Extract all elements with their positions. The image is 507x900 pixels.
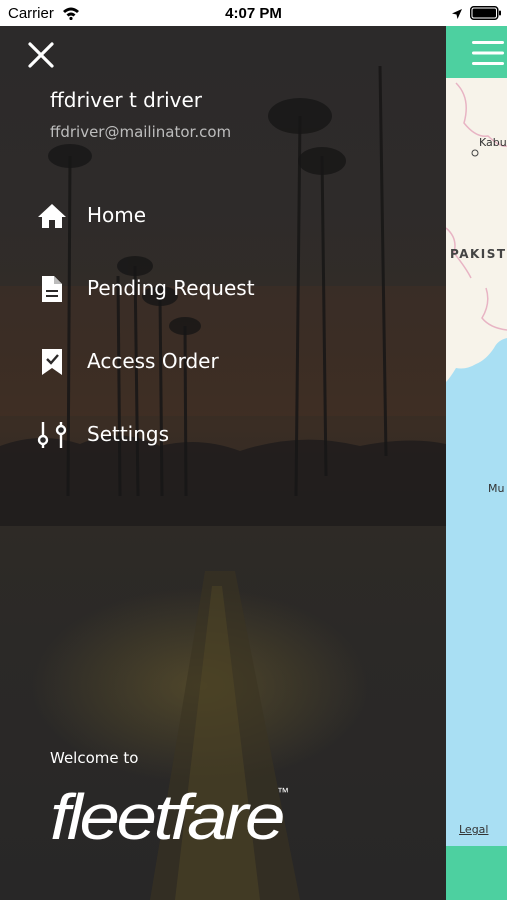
navigation-drawer: ffdriver t driver ffdriver@mailinator.co… (0, 26, 446, 900)
menu-label-home: Home (87, 203, 147, 227)
close-button[interactable] (26, 40, 56, 70)
menu-button[interactable] (472, 40, 504, 66)
menu-label-settings: Settings (87, 422, 170, 446)
map-view[interactable]: Kabu PAKIST Mu Legal (446, 26, 507, 900)
user-name: ffdriver t driver (50, 88, 203, 112)
fleetfare-logo: fleetfare ™ (50, 781, 289, 853)
status-time: 4:07 PM (225, 5, 282, 22)
map-legal-link[interactable]: Legal (459, 823, 488, 836)
home-icon (36, 202, 68, 230)
hamburger-icon (472, 41, 504, 65)
welcome-text: Welcome to (50, 749, 139, 767)
battery-icon (470, 6, 502, 25)
map-header-bar (446, 26, 507, 78)
menu-item-settings[interactable]: Settings (36, 412, 396, 458)
svg-text:™: ™ (277, 785, 289, 799)
map-label-city: Mu (488, 482, 505, 495)
location-arrow-icon (451, 7, 463, 25)
menu-label-pending-request: Pending Request (87, 276, 255, 300)
palm-sunset-background (0, 65, 446, 900)
user-email: ffdriver@mailinator.com (50, 123, 232, 141)
svg-text:fleetfare: fleetfare (50, 781, 284, 853)
map-label-country: PAKIST (450, 247, 507, 261)
status-bar: Carrier 4:07 PM (0, 0, 507, 26)
bookmark-icon (36, 348, 68, 376)
menu-item-pending-request[interactable]: Pending Request (36, 266, 396, 312)
close-icon (28, 42, 54, 68)
map-footer-bar (446, 846, 507, 900)
menu-item-home[interactable]: Home (36, 193, 396, 239)
menu-item-access-order[interactable]: Access Order (36, 339, 396, 385)
document-icon (36, 275, 68, 303)
sliders-icon (36, 421, 68, 449)
map-label-city: Kabu (479, 136, 507, 149)
menu-label-access-order: Access Order (87, 349, 219, 373)
